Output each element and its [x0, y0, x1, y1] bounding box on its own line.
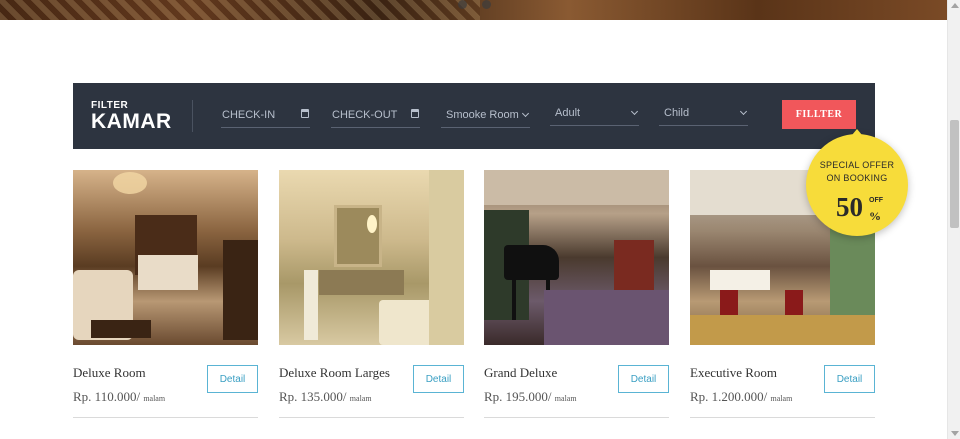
room-name: Deluxe Room — [73, 365, 146, 380]
special-offer-badge: SPECIAL OFFER ON BOOKING 50 OFF % — [806, 129, 908, 236]
offer-percent-sign: % — [869, 209, 881, 223]
room-photo[interactable] — [279, 170, 464, 345]
calendar-icon — [301, 109, 309, 118]
room-price: Rp. 195.000/ malam — [484, 389, 577, 405]
room-price-value: Rp. 1.200.000/ — [690, 389, 768, 404]
smoke-room-select[interactable]: Smooke Room — [441, 105, 530, 128]
card-divider — [73, 417, 258, 418]
room-price-unit: malam — [349, 394, 372, 403]
scroll-down-icon[interactable] — [951, 431, 959, 436]
scroll-up-icon[interactable] — [951, 3, 959, 8]
slider-dot[interactable] — [458, 0, 467, 9]
room-price-unit: malam — [770, 394, 793, 403]
card-divider — [279, 417, 464, 418]
filter-button[interactable]: FILLTER — [782, 100, 856, 129]
calendar-icon — [411, 109, 419, 118]
room-card: Deluxe Room Rp. 110.000/ malam Detail — [73, 170, 258, 439]
room-photo[interactable] — [73, 170, 258, 345]
card-divider — [484, 417, 669, 418]
room-price: Rp. 1.200.000/ malam — [690, 389, 792, 405]
chevron-down-icon — [739, 107, 748, 116]
room-price-value: Rp. 195.000/ — [484, 389, 552, 404]
detail-button[interactable]: Detail — [207, 365, 258, 393]
hero-carpet-pattern — [0, 0, 480, 20]
offer-line-1: SPECIAL OFFER — [819, 160, 895, 170]
card-divider — [690, 417, 875, 418]
smoke-room-value: Smooke Room — [446, 109, 519, 121]
slider-dot[interactable] — [482, 0, 491, 9]
checkin-field[interactable]: CHECK-IN — [221, 105, 310, 128]
adult-select[interactable]: Adult — [550, 103, 639, 126]
room-price-value: Rp. 135.000/ — [279, 389, 347, 404]
room-name: Executive Room — [690, 365, 778, 380]
child-value: Child — [664, 107, 690, 119]
hero-image-strip — [0, 0, 947, 20]
room-price-value: Rp. 110.000/ — [73, 389, 141, 404]
room-price: Rp. 110.000/ malam — [73, 389, 165, 405]
page-scrollbar[interactable] — [947, 0, 960, 439]
chevron-down-icon — [521, 109, 530, 118]
detail-button[interactable]: Detail — [413, 365, 464, 393]
child-select[interactable]: Child — [659, 103, 748, 126]
checkin-placeholder: CHECK-IN — [222, 109, 276, 121]
room-card: Grand Deluxe Rp. 195.000/ malam Detail — [484, 170, 669, 439]
checkout-placeholder: CHECK-OUT — [332, 109, 398, 121]
adult-value: Adult — [555, 107, 581, 119]
scroll-thumb[interactable] — [950, 120, 959, 228]
room-card: Deluxe Room Larges Rp. 135.000/ malam De… — [279, 170, 464, 439]
chevron-down-icon — [630, 107, 639, 116]
offer-percent: 50 — [836, 192, 863, 222]
room-name: Deluxe Room Larges — [279, 365, 390, 380]
filter-title: FILTER KAMAR — [91, 101, 172, 133]
room-filter-bar: FILTER KAMAR CHECK-IN CHECK-OUT Smooke R… — [73, 83, 875, 149]
room-price: Rp. 135.000/ malam — [279, 389, 372, 405]
detail-button[interactable]: Detail — [824, 365, 875, 393]
room-price-unit: malam — [554, 394, 577, 403]
offer-line-2: ON BOOKING — [826, 173, 888, 183]
room-price-unit: malam — [143, 394, 166, 403]
offer-off-label: OFF — [869, 197, 883, 204]
detail-button[interactable]: Detail — [618, 365, 669, 393]
filter-title-big: KAMAR — [91, 110, 172, 133]
room-name: Grand Deluxe — [484, 365, 558, 380]
checkout-field[interactable]: CHECK-OUT — [331, 105, 420, 128]
filter-divider — [192, 100, 193, 132]
room-photo[interactable] — [484, 170, 669, 345]
